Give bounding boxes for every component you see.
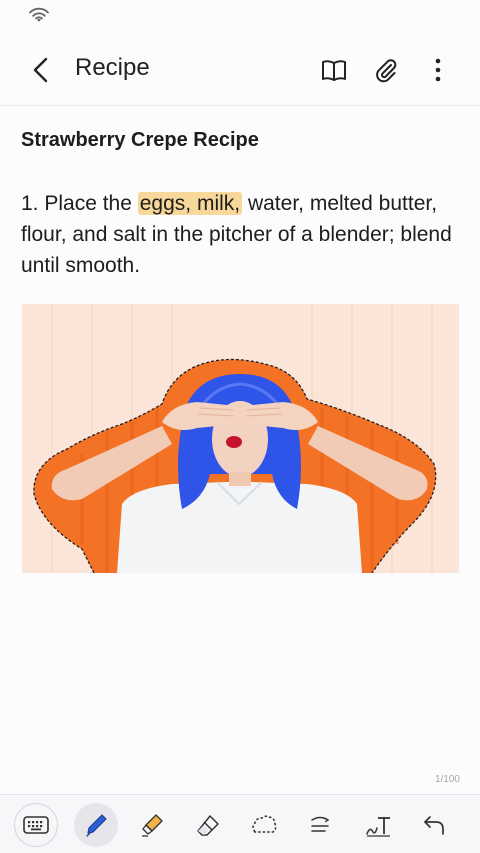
status-bar	[0, 0, 480, 30]
person-photo	[22, 304, 459, 573]
note-image[interactable]	[22, 304, 459, 573]
book-icon	[322, 60, 346, 81]
pen-icon	[86, 814, 107, 837]
app-bar: Recipe	[0, 40, 480, 100]
more-vertical-icon	[435, 58, 441, 82]
page-counter: 1/100	[434, 774, 460, 785]
lasso-icon	[252, 815, 277, 833]
highlighter-tool-button[interactable]	[130, 803, 174, 847]
eraser-icon	[197, 815, 219, 836]
straighten-tool-button[interactable]	[298, 803, 342, 847]
drawing-toolbar	[0, 794, 480, 853]
paperclip-icon	[376, 59, 397, 83]
highlighter-icon	[142, 814, 163, 837]
highlighted-text: eggs, milk,	[137, 192, 243, 215]
page-title: Recipe	[75, 54, 150, 81]
step-text-start: 1. Place the	[21, 192, 138, 215]
more-options-button[interactable]	[420, 52, 456, 88]
undo-icon	[424, 816, 444, 835]
eraser-tool-button[interactable]	[186, 803, 230, 847]
reading-mode-button[interactable]	[316, 52, 352, 88]
back-arrow-icon	[33, 57, 48, 83]
attach-button[interactable]	[368, 52, 404, 88]
lasso-tool-button[interactable]	[242, 803, 286, 847]
keyboard-icon	[23, 816, 49, 834]
note-body-text[interactable]: 1. Place the eggs, milk, water, melted b…	[21, 188, 461, 281]
undo-button[interactable]	[412, 803, 456, 847]
app-bar-divider	[0, 105, 480, 106]
note-title[interactable]: Strawberry Crepe Recipe	[21, 129, 259, 152]
handwriting-to-text-icon	[366, 817, 390, 837]
pen-tool-button[interactable]	[74, 803, 118, 847]
wifi-icon	[29, 7, 49, 22]
text-tool-button[interactable]	[356, 803, 400, 847]
back-button[interactable]	[24, 52, 60, 88]
align-text-icon	[311, 816, 330, 832]
keyboard-button[interactable]	[14, 803, 58, 847]
